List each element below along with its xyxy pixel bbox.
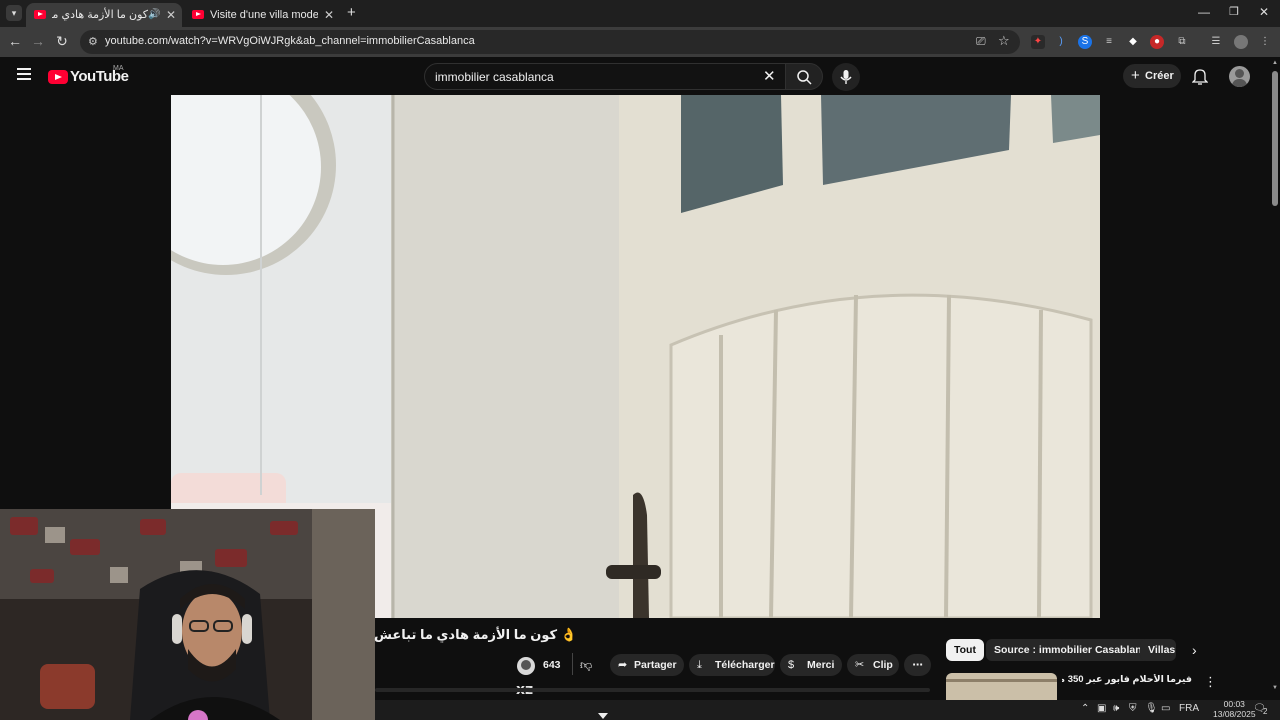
speaker-icon[interactable]: 🔊: [148, 3, 160, 27]
youtube-favicon-icon: [192, 10, 204, 19]
webcam-overlay: [0, 509, 375, 720]
scroll-up-icon[interactable]: ▲: [1272, 60, 1278, 66]
forward-icon[interactable]: →: [29, 33, 47, 49]
windows-taskbar: ⌃ ▣ 🕪 ⛨ 🎙︎ ▭ FRA 00:03 13/08/2025 🗨︎ 2: [375, 699, 1280, 720]
site-info-icon[interactable]: ⚙: [88, 35, 98, 48]
hamburger-menu-icon[interactable]: [17, 68, 31, 80]
clear-search-icon[interactable]: ✕: [763, 67, 776, 85]
account-avatar[interactable]: [1229, 66, 1250, 87]
voice-search-button[interactable]: [832, 63, 860, 91]
plus-icon: +: [1131, 67, 1140, 84]
extensions-puzzle-icon[interactable]: ⧉: [1175, 35, 1189, 49]
share-icon: ➦: [618, 659, 628, 671]
back-icon[interactable]: ←: [6, 33, 24, 49]
chip-tout[interactable]: Tout: [946, 639, 984, 661]
address-url: youtube.com/watch?v=WRVgOiWJRgk&ab_chann…: [105, 35, 475, 47]
share-label: Partager: [634, 659, 677, 671]
clip-button[interactable]: ✂ Clip: [847, 654, 899, 676]
webcam-streamer-image: [0, 509, 375, 720]
page-scrollbar[interactable]: ▲ ▼: [1270, 57, 1280, 700]
search-button[interactable]: [785, 63, 823, 90]
chrome-menu-icon[interactable]: ⋮: [1258, 35, 1272, 49]
download-label: Télécharger: [715, 659, 775, 671]
thanks-icon: $: [788, 659, 795, 671]
reload-icon[interactable]: ↻: [53, 33, 71, 50]
clock-date: 13/08/2025: [1213, 709, 1256, 719]
more-actions-button[interactable]: ⋯: [904, 654, 931, 676]
tray-overflow-icon[interactable]: ⌃: [1081, 703, 1089, 714]
address-bar[interactable]: ⚙ youtube.com/watch?v=WRVgOiWJRgk&ab_cha…: [80, 30, 1020, 54]
video-title: 👌 كون ما الأزمة هادي ما تباعش: [374, 627, 577, 642]
tab-search-icon[interactable]: ▾: [6, 5, 22, 21]
like-dislike-group: 643 👎︎: [538, 653, 604, 676]
notifications-bell-icon[interactable]: [1191, 67, 1209, 90]
network-icon[interactable]: ▭: [1161, 703, 1170, 714]
mouse-cursor-icon: [598, 713, 608, 719]
youtube-favicon-icon: [34, 10, 46, 19]
extension-icon[interactable]: ): [1054, 35, 1068, 49]
thanks-label: Merci: [807, 659, 835, 671]
browser-toolbar: ← → ↻ ⚙ youtube.com/watch?v=WRVgOiWJRgk&…: [0, 27, 1280, 57]
microphone-tray-icon[interactable]: 🎙︎: [1145, 703, 1158, 714]
window-close-icon[interactable]: ✕: [1254, 5, 1274, 19]
chevron-right-icon[interactable]: ›: [1192, 642, 1197, 658]
scroll-down-icon[interactable]: ▼: [1272, 685, 1278, 691]
extension-icon[interactable]: ◆: [1126, 35, 1140, 49]
download-button[interactable]: ⤓ Télécharger: [689, 654, 775, 676]
recommended-title[interactable]: فيرما الأحلام فابور عبر 350 مليون عبر: [1062, 674, 1192, 685]
more-horizontal-icon: ⋯: [912, 659, 923, 671]
tab-title: Visite d'une villa moderne de 1: [210, 9, 318, 21]
youtube-logo-icon: [48, 70, 68, 84]
chip-source[interactable]: Source : immobilier Casablanca: [986, 639, 1162, 661]
search-icon: [797, 70, 812, 85]
share-button[interactable]: ➦ Partager: [610, 654, 684, 676]
tab-close-icon[interactable]: ✕: [324, 3, 334, 27]
scroll-thumb[interactable]: [1272, 71, 1278, 206]
recommended-thumbnail[interactable]: [946, 673, 1057, 700]
new-tab-button[interactable]: +: [347, 4, 356, 21]
profile-avatar[interactable]: [1234, 35, 1248, 49]
language-indicator[interactable]: FRA: [1179, 703, 1199, 714]
tab-title: كون ما الأزمة هادي ما تباعش: [52, 9, 148, 21]
search-input[interactable]: immobilier casablanca ✕: [424, 63, 786, 90]
install-app-icon[interactable]: ⎚: [976, 34, 986, 49]
restore-icon[interactable]: ❐: [1224, 5, 1244, 18]
browser-tab-strip: ▾ كون ما الأزمة هادي ما تباعش 🔊 ✕ Visite…: [0, 0, 1280, 27]
chip-villas[interactable]: Villas: [1140, 639, 1176, 661]
clock-time: 00:03: [1223, 699, 1245, 709]
more-vertical-icon[interactable]: ⋮: [1204, 674, 1217, 690]
extension-icon[interactable]: ●: [1150, 35, 1164, 49]
region-code: MA: [113, 65, 124, 72]
thanks-button[interactable]: $ Merci: [780, 654, 842, 676]
microphone-icon: [840, 70, 852, 84]
volume-icon[interactable]: 🕪: [1113, 703, 1119, 714]
bookmark-star-icon[interactable]: ☆: [998, 33, 1010, 49]
tab-close-icon[interactable]: ✕: [166, 3, 176, 27]
minimize-icon[interactable]: —: [1194, 5, 1214, 19]
reading-list-icon[interactable]: ☰: [1209, 35, 1223, 49]
create-label: Créer: [1145, 70, 1174, 82]
tray-app-icon[interactable]: ▣: [1097, 703, 1106, 714]
search-value: immobilier casablanca: [435, 70, 554, 84]
browser-tab-active[interactable]: كون ما الأزمة هادي ما تباعش 🔊 ✕: [26, 3, 182, 27]
description-box-edge: [375, 688, 930, 692]
dislike-icon[interactable]: 👎︎: [580, 654, 592, 676]
scissors-icon: ✂: [855, 659, 865, 671]
divider: [572, 653, 573, 675]
browser-tab[interactable]: Visite d'une villa moderne de 1 ✕: [184, 3, 340, 27]
download-icon: ⤓: [697, 659, 702, 671]
extension-icon[interactable]: ≡: [1102, 35, 1116, 49]
clock[interactable]: 00:03 13/08/2025: [1213, 699, 1256, 719]
notification-count: 2: [1263, 707, 1268, 716]
security-icon[interactable]: ⛨: [1129, 703, 1137, 714]
create-button[interactable]: + Créer: [1123, 64, 1181, 88]
extension-icon[interactable]: ✦: [1031, 35, 1045, 49]
youtube-header: YouTube MA immobilier casablanca ✕ + Cré…: [0, 57, 1270, 95]
extension-icon[interactable]: S: [1078, 35, 1092, 49]
clip-label: Clip: [873, 659, 893, 671]
like-count[interactable]: 643: [543, 659, 561, 671]
